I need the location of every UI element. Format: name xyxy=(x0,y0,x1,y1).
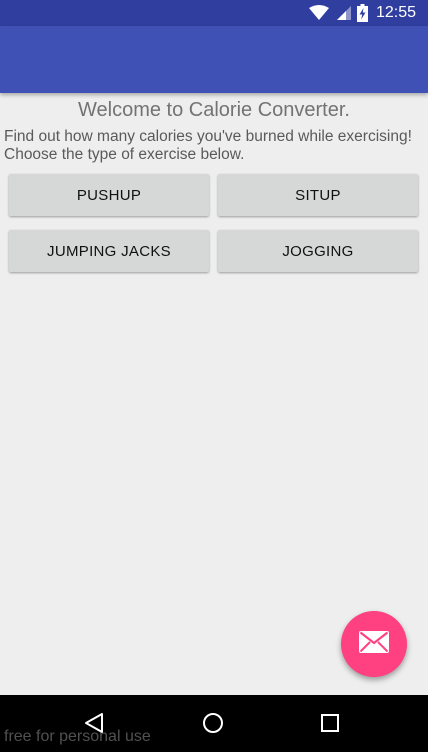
cell-signal-icon xyxy=(335,5,351,21)
status-clock: 12:55 xyxy=(375,4,416,21)
status-bar: 12:55 xyxy=(0,0,428,26)
wifi-icon xyxy=(308,5,329,21)
instructions-text: Find out how many calories you've burned… xyxy=(4,128,412,163)
jumping-jacks-button[interactable]: JUMPING JACKS xyxy=(9,230,209,272)
pushup-button[interactable]: PUSHUP xyxy=(9,174,209,216)
app-toolbar xyxy=(0,26,428,93)
jogging-button[interactable]: JOGGING xyxy=(218,230,418,272)
status-icons xyxy=(308,4,368,22)
recents-icon[interactable] xyxy=(321,714,339,736)
home-icon[interactable] xyxy=(202,712,224,738)
situp-button[interactable]: SITUP xyxy=(218,174,418,216)
mail-icon xyxy=(359,631,389,657)
watermark-text: free for personal use xyxy=(4,728,151,745)
email-fab-button[interactable] xyxy=(341,611,407,677)
battery-charging-icon xyxy=(356,4,368,22)
app-screen: 12:55 Welcome to Calorie Converter. Find… xyxy=(0,0,428,752)
welcome-title: Welcome to Calorie Converter. xyxy=(78,99,350,121)
